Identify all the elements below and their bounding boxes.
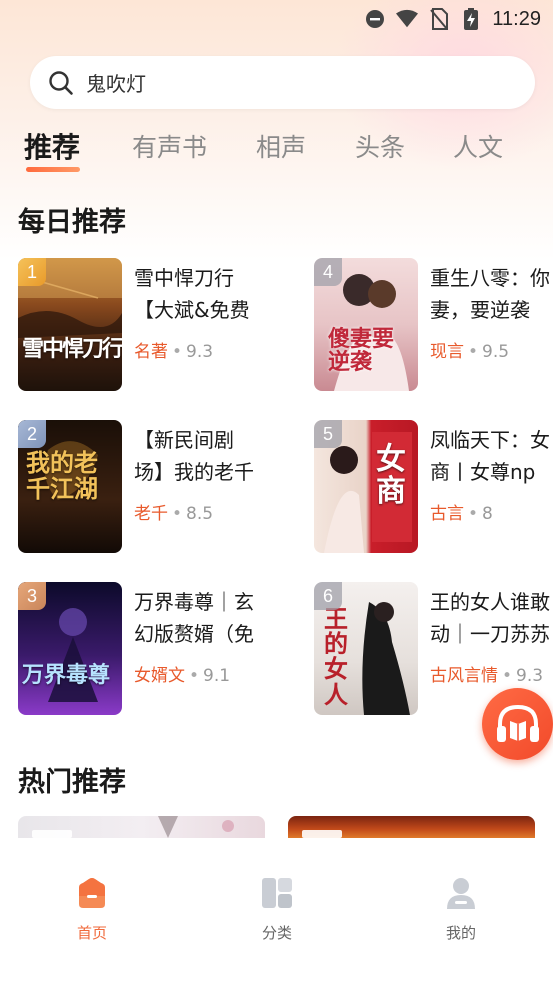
cover-title: 万界毒尊 [22, 662, 111, 688]
tab-audiobook[interactable]: 有声书 [132, 128, 207, 164]
hot-book-card[interactable] [288, 816, 535, 838]
book-score: 9.3 [516, 666, 544, 686]
book-score: 9.1 [203, 666, 231, 686]
book-cover: 王的女人 6 [314, 582, 418, 715]
book-title: 凤临天下：女 商丨女尊np [430, 428, 550, 484]
search-bar[interactable]: 鬼吹灯 [30, 56, 535, 109]
category-tabs: 推荐 有声书 相声 头条 人文 [0, 128, 553, 178]
tab-crosstalk[interactable]: 相声 [256, 128, 306, 164]
wifi-icon [396, 8, 419, 30]
search-icon [49, 70, 73, 95]
book-category: 女婿文 [134, 666, 185, 686]
rank-badge: 6 [314, 582, 342, 610]
book-card[interactable]: 女商 5 凤临天下：女 商丨女尊np 古言 • 8 [314, 420, 553, 554]
book-category: 古风言情 [430, 666, 498, 686]
cover-title: 我的老千江湖 [26, 448, 98, 504]
book-cover: 我的老千江湖 2 [18, 420, 122, 553]
book-score: 8 [482, 504, 493, 524]
book-score: 9.5 [482, 342, 510, 362]
bottom-navigation: 首页 分类 我的 [0, 838, 553, 983]
nav-category[interactable]: 分类 [232, 876, 322, 943]
book-category: 老千 [134, 504, 168, 524]
cover-title: 王的女人 [324, 604, 348, 709]
book-score: 9.3 [186, 342, 214, 362]
cover-title: 雪中悍刀行 [22, 336, 122, 362]
status-time: 11:29 [492, 7, 541, 30]
book-meta: 女婿文 • 9.1 [134, 666, 231, 686]
cover-title: 女商 [376, 442, 406, 509]
book-cover: 雪中悍刀行 1 [18, 258, 122, 391]
battery-charging-icon [460, 8, 482, 30]
book-cover: 傻妻要逆袭 4 [314, 258, 418, 391]
do-not-disturb-icon [364, 8, 386, 30]
rank-badge: 3 [18, 582, 46, 610]
listening-player-button[interactable] [482, 688, 553, 760]
status-bar: 11:29 [0, 0, 553, 38]
book-title: 万界毒尊｜玄 幻版赘婿（免 [134, 590, 254, 646]
cover-title: 傻妻要逆袭 [328, 326, 395, 376]
profile-icon [447, 878, 475, 909]
book-meta: 老千 • 8.5 [134, 504, 214, 524]
daily-recommend-title: 每日推荐 [18, 207, 126, 238]
hot-book-card[interactable] [18, 816, 265, 838]
home-icon [79, 878, 105, 908]
nav-home[interactable]: 首页 [47, 876, 137, 943]
rank-badge: 4 [314, 258, 342, 286]
book-cover: 万界毒尊 3 [18, 582, 122, 715]
nav-profile[interactable]: 我的 [416, 876, 506, 943]
hot-recommend-title: 热门推荐 [18, 767, 126, 798]
book-score: 8.5 [186, 504, 214, 524]
book-category: 古言 [430, 504, 464, 524]
tab-humanities[interactable]: 人文 [453, 128, 503, 164]
tab-recommend[interactable]: 推荐 [24, 128, 80, 166]
book-card[interactable]: 雪中悍刀行 1 雪中悍刀行 【大斌&免费 名著 • 9.3 [18, 258, 298, 392]
rank-badge: 5 [314, 420, 342, 448]
book-card[interactable]: 我的老千江湖 2 【新民间剧 场】我的老千 老千 • 8.5 [18, 420, 298, 554]
book-meta: 现言 • 9.5 [430, 342, 510, 362]
book-title: 重生八零：你 妻，要逆袭 [430, 266, 550, 322]
book-meta: 古风言情 • 9.3 [430, 666, 544, 686]
no-sim-icon [428, 8, 450, 30]
book-card[interactable]: 傻妻要逆袭 4 重生八零：你 妻，要逆袭 现言 • 9.5 [314, 258, 553, 392]
active-tab-indicator [26, 167, 80, 172]
rank-badge: 1 [18, 258, 46, 286]
book-title: 王的女人谁敢 动｜一刀苏苏 [430, 590, 550, 646]
book-category: 现言 [430, 342, 464, 362]
book-card[interactable]: 万界毒尊 3 万界毒尊｜玄 幻版赘婿（免 女婿文 • 9.1 [18, 582, 298, 716]
tab-headlines[interactable]: 头条 [355, 128, 405, 164]
headphones-icon [496, 704, 539, 742]
book-title: 【新民间剧 场】我的老千 [134, 428, 254, 484]
book-meta: 名著 • 9.3 [134, 342, 214, 362]
nav-category-label: 分类 [261, 924, 292, 942]
category-icon [262, 878, 292, 908]
book-title: 雪中悍刀行 【大斌&免费 [134, 266, 250, 322]
book-category: 名著 [134, 342, 168, 362]
rank-badge: 2 [18, 420, 46, 448]
book-meta: 古言 • 8 [430, 504, 493, 524]
nav-profile-label: 我的 [445, 924, 476, 942]
nav-home-label: 首页 [76, 924, 107, 942]
search-query-text: 鬼吹灯 [86, 72, 146, 96]
book-cover: 女商 5 [314, 420, 418, 553]
